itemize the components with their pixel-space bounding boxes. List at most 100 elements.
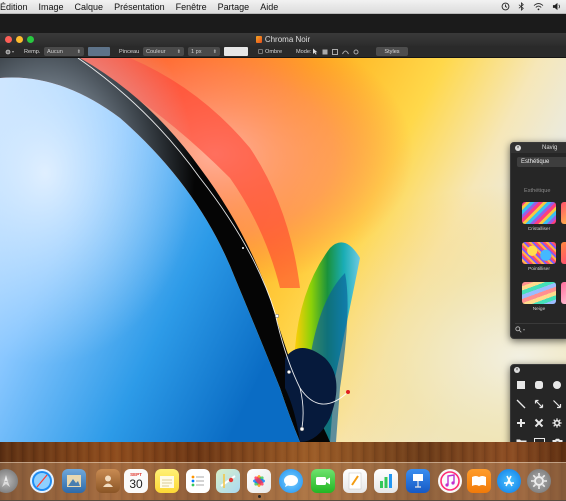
chevron-updown-icon: ⬍ bbox=[176, 48, 181, 55]
search-icon bbox=[515, 325, 522, 333]
pointer-mode-icon[interactable] bbox=[312, 48, 318, 55]
checkbox-box bbox=[258, 49, 263, 54]
close-window-button[interactable] bbox=[5, 36, 12, 43]
menu-status-area bbox=[501, 0, 562, 13]
square-shape-icon[interactable] bbox=[514, 378, 528, 392]
gear-menu-button[interactable]: ▾ bbox=[5, 47, 14, 56]
effect-pointilliser[interactable]: Pointilliser bbox=[519, 242, 559, 272]
fill-popup-value: Aucun bbox=[47, 48, 63, 55]
shapes-palette: × bbox=[510, 364, 566, 442]
effect-label: Neige bbox=[532, 307, 546, 312]
path-mode-icon[interactable] bbox=[332, 48, 338, 55]
category-dropdown-value: Esthétique bbox=[521, 159, 550, 165]
fill-popup[interactable]: Aucun ⬍ bbox=[44, 47, 84, 56]
zoom-window-button[interactable] bbox=[27, 36, 34, 43]
pages-icon[interactable] bbox=[343, 469, 367, 493]
notes-icon[interactable] bbox=[155, 469, 179, 493]
running-app-indicator bbox=[258, 495, 261, 498]
wifi-icon[interactable] bbox=[533, 2, 544, 11]
effects-navigator-palette: × Navig Esthétique Esthétique Cristallis… bbox=[510, 142, 566, 339]
stroke-width-value: 1 px bbox=[191, 48, 202, 55]
effect-thumbnail bbox=[561, 282, 566, 304]
shadow-label: Ombre bbox=[265, 48, 283, 55]
contacts-icon[interactable] bbox=[96, 469, 120, 493]
menu-presentation[interactable]: Présentation bbox=[114, 2, 165, 12]
styles-button[interactable]: Styles bbox=[376, 47, 408, 56]
fill-label: Remp. bbox=[24, 48, 41, 55]
effect-cristalliser[interactable]: Cristalliser bbox=[519, 202, 559, 232]
close-x-icon[interactable] bbox=[532, 416, 546, 430]
line-icon[interactable] bbox=[514, 397, 528, 411]
artwork bbox=[0, 58, 566, 442]
menu-edition[interactable]: Édition bbox=[0, 2, 28, 12]
volume-icon[interactable] bbox=[552, 2, 562, 11]
rect-mode-icon[interactable] bbox=[322, 49, 328, 55]
ibooks-icon[interactable] bbox=[467, 469, 491, 493]
effect-neige[interactable]: Neige bbox=[519, 282, 559, 312]
itunes-icon[interactable] bbox=[438, 469, 462, 493]
preview-icon[interactable] bbox=[62, 469, 86, 493]
effect-thumbnail bbox=[561, 242, 566, 264]
camera-icon[interactable] bbox=[550, 435, 564, 442]
mode-buttons bbox=[312, 47, 359, 56]
minimize-window-button[interactable] bbox=[16, 36, 23, 43]
image-icon[interactable] bbox=[532, 435, 546, 442]
category-section-label: Esthétique bbox=[524, 188, 551, 194]
title-bar: Chroma Noir bbox=[0, 33, 566, 46]
close-icon[interactable]: × bbox=[515, 145, 521, 151]
effect-label: Cristalliser bbox=[527, 227, 551, 232]
menu-fenetre[interactable]: Fenêtre bbox=[176, 2, 207, 12]
toolbar: ▾ Remp. Aucun ⬍ Pinceau Couleur ⬍ 1 px ⬍… bbox=[0, 46, 566, 58]
time-machine-icon[interactable] bbox=[501, 2, 510, 11]
messages-icon[interactable] bbox=[279, 469, 303, 493]
facetime-icon[interactable] bbox=[311, 469, 335, 493]
reminders-icon[interactable] bbox=[186, 469, 210, 493]
plus-icon[interactable] bbox=[514, 416, 528, 430]
circle-shape-icon[interactable] bbox=[550, 378, 564, 392]
shadow-checkbox[interactable]: Ombre bbox=[258, 47, 282, 56]
app-store-icon[interactable] bbox=[497, 469, 521, 493]
calendar-icon[interactable]: SEPT 30 bbox=[124, 469, 148, 493]
effect-partial[interactable] bbox=[561, 242, 566, 267]
document-icon bbox=[255, 36, 262, 43]
effect-search-field[interactable]: ▾ bbox=[515, 323, 566, 334]
brush-label: Pinceau bbox=[119, 48, 140, 55]
bluetooth-icon[interactable] bbox=[518, 2, 525, 11]
stroke-width-stepper[interactable]: 1 px ⬍ bbox=[188, 47, 220, 56]
numbers-icon[interactable] bbox=[374, 469, 398, 493]
stroke-color-well[interactable] bbox=[224, 47, 248, 56]
bezier-mode-icon[interactable] bbox=[342, 49, 349, 55]
effect-partial[interactable] bbox=[561, 282, 566, 307]
image-canvas[interactable]: × Navig Esthétique Esthétique Cristallis… bbox=[0, 58, 566, 442]
menu-aide[interactable]: Aide bbox=[260, 2, 278, 12]
window-title: Chroma Noir bbox=[255, 35, 311, 44]
system-preferences-icon[interactable] bbox=[527, 469, 551, 493]
menu-calque[interactable]: Calque bbox=[75, 2, 104, 12]
effect-partial[interactable]: N bbox=[561, 202, 566, 232]
stepper-icon: ⬍ bbox=[212, 48, 217, 55]
brush-popup-value: Couleur bbox=[146, 48, 166, 55]
photos-icon[interactable] bbox=[247, 469, 271, 493]
brush-popup[interactable]: Couleur ⬍ bbox=[143, 47, 184, 56]
menu-bar: Édition Image Calque Présentation Fenêtr… bbox=[0, 0, 566, 14]
maps-icon[interactable] bbox=[216, 469, 240, 493]
calendar-day: 30 bbox=[129, 476, 143, 491]
effect-thumbnail bbox=[522, 202, 556, 224]
arrow-icon[interactable] bbox=[550, 397, 564, 411]
gear-icon[interactable] bbox=[550, 416, 564, 430]
rounded-rect-shape-icon[interactable] bbox=[532, 378, 546, 392]
menu-image[interactable]: Image bbox=[39, 2, 64, 12]
navigator-title: Navig bbox=[542, 145, 558, 151]
keynote-icon[interactable] bbox=[406, 469, 430, 493]
safari-icon[interactable] bbox=[30, 469, 54, 493]
menu-partage[interactable]: Partage bbox=[218, 2, 250, 12]
effect-thumbnail bbox=[561, 202, 566, 224]
effect-label: Pointilliser bbox=[528, 267, 550, 272]
fill-color-well[interactable] bbox=[88, 47, 110, 56]
settings-mode-icon[interactable] bbox=[353, 49, 359, 55]
close-icon[interactable]: × bbox=[514, 367, 520, 373]
folder-icon[interactable] bbox=[514, 435, 528, 442]
category-dropdown[interactable]: Esthétique bbox=[517, 157, 566, 167]
window-title-text: Chroma Noir bbox=[264, 35, 311, 44]
double-arrow-icon[interactable] bbox=[532, 397, 546, 411]
